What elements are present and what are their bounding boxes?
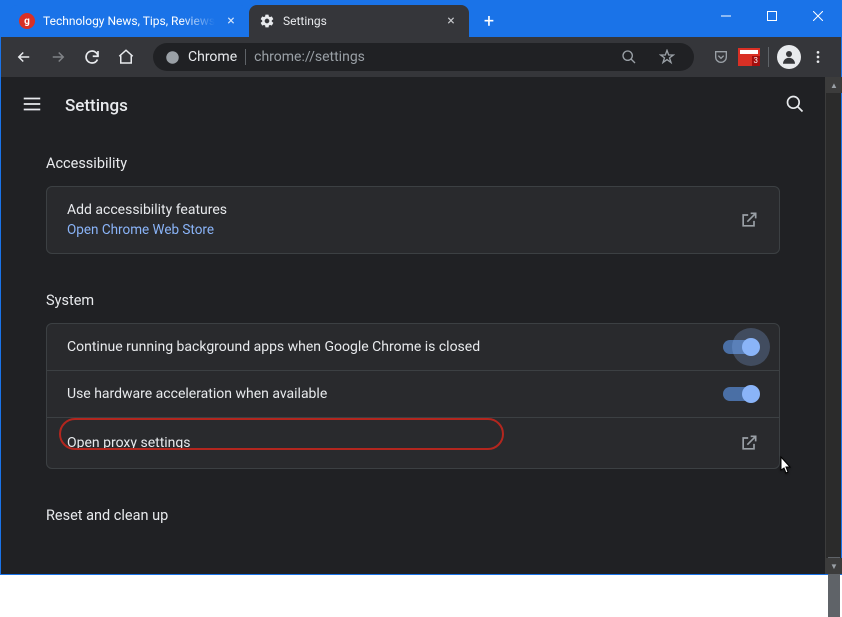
tab-title: Technology News, Tips, Reviews, <box>43 14 215 28</box>
close-icon[interactable]: × <box>443 13 459 29</box>
divider <box>245 49 246 65</box>
section-title-system: System <box>46 292 780 309</box>
pocket-icon[interactable] <box>706 42 736 72</box>
background-apps-toggle[interactable] <box>723 340 759 354</box>
close-window-button[interactable] <box>795 1 841 31</box>
row-label: Add accessibility features <box>67 202 739 218</box>
maximize-button[interactable] <box>749 1 795 31</box>
site-info-icon[interactable]: Chrome <box>165 49 237 65</box>
zoom-icon[interactable] <box>614 42 644 72</box>
scroll-up-arrow[interactable]: ▲ <box>826 77 842 93</box>
external-link-icon <box>739 433 759 453</box>
new-tab-button[interactable]: + <box>475 7 503 35</box>
settings-header: Settings <box>1 77 825 135</box>
back-button[interactable] <box>9 42 39 72</box>
system-card: Continue running background apps when Go… <box>46 323 780 469</box>
chrome-label: Chrome <box>188 49 237 65</box>
row-label: Continue running background apps when Go… <box>67 339 723 355</box>
forward-button[interactable] <box>43 42 73 72</box>
add-accessibility-features-row[interactable]: Add accessibility features Open Chrome W… <box>47 187 779 253</box>
hardware-accel-row[interactable]: Use hardware acceleration when available <box>47 371 779 418</box>
vertical-scrollbar[interactable]: ▲ ▼ <box>825 77 841 574</box>
tab-settings[interactable]: Settings × <box>249 5 469 37</box>
window-titlebar: g Technology News, Tips, Reviews, × Sett… <box>1 1 841 37</box>
ext-badge-count: 3 <box>752 56 761 66</box>
page-title: Settings <box>65 96 763 116</box>
proxy-settings-row[interactable]: Open proxy settings <box>47 418 779 468</box>
close-icon[interactable]: × <box>223 13 239 29</box>
hardware-accel-toggle[interactable] <box>723 387 759 401</box>
row-label: Open proxy settings <box>67 435 739 451</box>
scroll-down-arrow[interactable]: ▼ <box>826 558 842 574</box>
background-apps-row[interactable]: Continue running background apps when Go… <box>47 324 779 371</box>
home-button[interactable] <box>111 42 141 72</box>
gear-icon <box>259 13 275 29</box>
accessibility-card: Add accessibility features Open Chrome W… <box>46 186 780 254</box>
search-icon[interactable] <box>785 94 805 118</box>
divider <box>768 47 769 67</box>
bookmark-star-icon[interactable] <box>652 42 682 72</box>
browser-toolbar: Chrome chrome://settings 3 <box>1 37 841 77</box>
section-title-reset: Reset and clean up <box>46 507 780 524</box>
row-sublabel[interactable]: Open Chrome Web Store <box>67 222 739 238</box>
minimize-button[interactable] <box>703 1 749 31</box>
address-bar[interactable]: Chrome chrome://settings <box>153 43 694 71</box>
section-title-accessibility: Accessibility <box>46 155 780 172</box>
tab-technology-news[interactable]: g Technology News, Tips, Reviews, × <box>9 5 249 37</box>
profile-avatar[interactable] <box>777 45 801 69</box>
favicon-g-icon: g <box>19 13 35 29</box>
external-link-icon <box>739 210 759 230</box>
tab-title: Settings <box>283 14 435 28</box>
menu-button[interactable] <box>803 42 833 72</box>
hamburger-menu-icon[interactable] <box>21 93 43 119</box>
reload-button[interactable] <box>77 42 107 72</box>
url-text: chrome://settings <box>254 49 606 65</box>
extension-badge[interactable]: 3 <box>738 42 760 72</box>
row-label: Use hardware acceleration when available <box>67 386 723 402</box>
